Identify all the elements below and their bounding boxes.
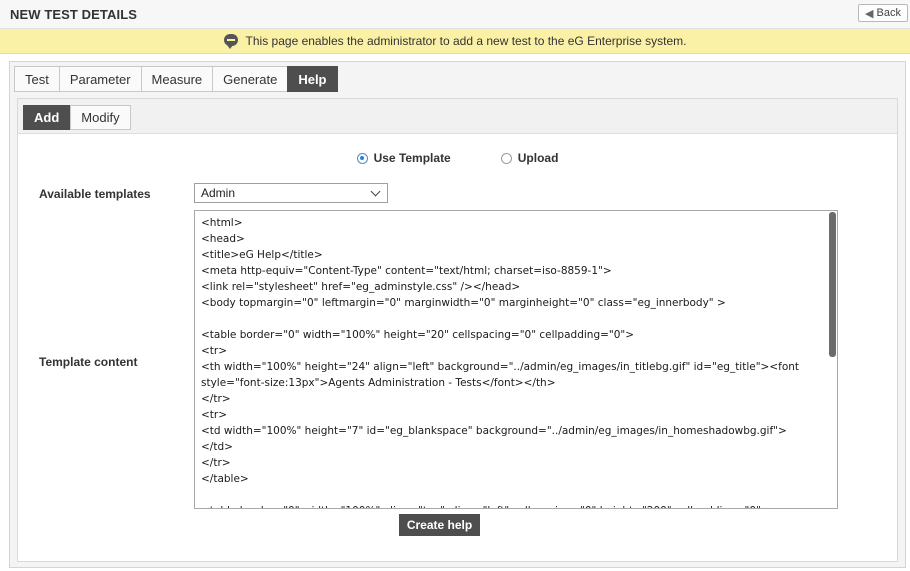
back-button[interactable]: ◀ Back <box>858 4 908 22</box>
create-help-button[interactable]: Create help <box>399 514 480 536</box>
subtab-bar: Add Modify <box>18 99 897 134</box>
subtab-row: Add Modify <box>23 105 131 130</box>
main-tabs: Test Parameter Measure Generate Help <box>14 66 338 92</box>
upload-label: Upload <box>517 151 559 165</box>
tab-parameter[interactable]: Parameter <box>58 66 141 92</box>
subtab-add[interactable]: Add <box>23 105 71 130</box>
upload-radio[interactable] <box>500 152 512 164</box>
info-banner: This page enables the administrator to a… <box>0 29 910 54</box>
tab-generate[interactable]: Generate <box>212 66 288 92</box>
subtab-modify[interactable]: Modify <box>70 105 131 130</box>
use-template-label: Use Template <box>373 151 451 165</box>
back-button-label: Back <box>876 7 901 19</box>
main-panel: Test Parameter Measure Generate Help Add… <box>9 61 906 568</box>
page-header: NEW TEST DETAILS ◀ Back <box>0 0 910 29</box>
template-content-text: <html> <head> <title>eG Help</title> <me… <box>201 217 800 508</box>
templates-select-value: Admin <box>201 186 236 200</box>
help-panel: Add Modify Use Template Upload Available… <box>17 98 898 562</box>
tab-help[interactable]: Help <box>287 66 338 92</box>
use-template-option[interactable]: Use Template <box>356 151 451 165</box>
templates-select[interactable]: Admin <box>194 183 388 203</box>
template-content-textarea[interactable]: <html> <head> <title>eG Help</title> <me… <box>194 210 838 509</box>
tab-measure[interactable]: Measure <box>140 66 213 92</box>
speech-bubble-info-icon <box>223 34 238 49</box>
textarea-scrollbar[interactable] <box>829 212 836 357</box>
source-radio-group: Use Template Upload <box>18 151 897 165</box>
available-templates-label: Available templates <box>39 187 151 201</box>
tab-test[interactable]: Test <box>14 66 59 92</box>
template-content-label: Template content <box>39 355 138 369</box>
upload-option[interactable]: Upload <box>500 151 559 165</box>
banner-message: This page enables the administrator to a… <box>245 34 687 48</box>
page-title: NEW TEST DETAILS <box>10 7 138 22</box>
chevron-down-icon <box>370 186 381 197</box>
arrow-left-icon: ◀ <box>865 7 874 20</box>
use-template-radio[interactable] <box>356 152 368 164</box>
